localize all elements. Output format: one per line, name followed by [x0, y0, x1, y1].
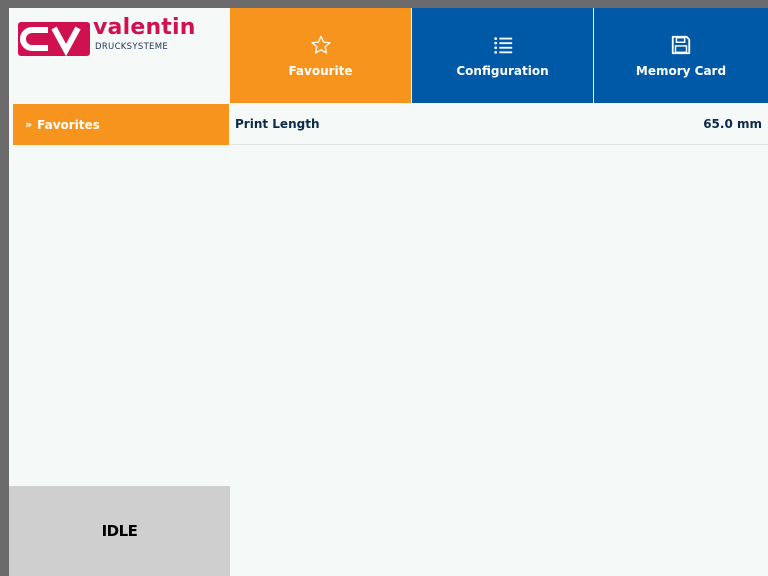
tab-configuration[interactable]: Configuration — [412, 8, 593, 103]
tab-favourite[interactable]: Favourite — [230, 8, 411, 103]
brand-name: valentin — [93, 15, 196, 40]
brand-subtitle: DRUCKSYSTEME — [95, 42, 169, 52]
floppy-disk-icon — [671, 35, 691, 54]
sidebar-item-label: Favorites — [37, 117, 100, 132]
window-frame-top — [0, 0, 768, 8]
tab-favourite-label: Favourite — [288, 63, 353, 78]
setting-row-print-length[interactable]: Print Length 65.0 mm — [230, 104, 768, 145]
window-frame-left — [0, 0, 9, 576]
setting-label: Print Length — [235, 117, 320, 131]
tab-memory-card-label: Memory Card — [635, 63, 727, 78]
printer-status: IDLE — [9, 486, 230, 576]
sidebar-item-favorites[interactable]: » Favorites — [13, 104, 229, 145]
tab-configuration-label: Configuration — [456, 63, 549, 78]
setting-value: 65.0 mm — [703, 117, 762, 131]
double-chevron-right-icon: » — [25, 118, 33, 131]
tab-memory-card[interactable]: Memory Card — [594, 8, 768, 103]
star-icon — [310, 35, 331, 54]
status-text: IDLE — [101, 522, 138, 540]
brand-logo: valentin DRUCKSYSTEME — [9, 8, 230, 103]
list-icon — [493, 36, 512, 54]
cv-logo-mark-icon — [18, 22, 90, 56]
